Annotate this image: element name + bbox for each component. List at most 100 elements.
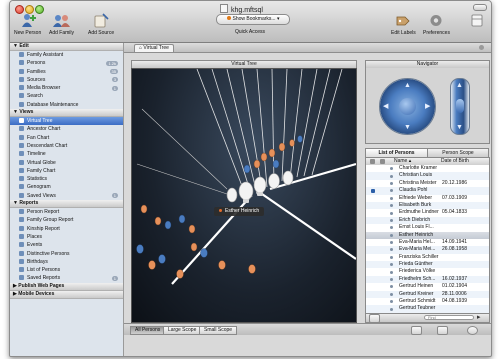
toolbar-toggle-button[interactable] (473, 4, 487, 11)
arrow-up-icon[interactable]: ▲ (404, 82, 411, 89)
person-row[interactable]: Gertrud Kreiner 28.11.0006 (366, 290, 489, 299)
scope-all-persons-button[interactable]: All Persons (130, 326, 166, 335)
sidebar-item-descendant-chart[interactable]: Descendant Chart (10, 142, 123, 150)
scope-large-button[interactable]: Large Scope (163, 326, 202, 335)
person-row[interactable]: Friedhelm Sch... 16.02.1937 (366, 275, 489, 284)
sidebar-item-media-browser[interactable]: Media Browser 1 (10, 84, 123, 92)
sidebar-item-person-report[interactable]: Person Report (10, 208, 123, 216)
person-row[interactable]: Claudia Pohl (366, 187, 489, 195)
history-icon[interactable] (437, 326, 448, 335)
person-icon (19, 60, 24, 66)
sidebar-item-kinship-report[interactable]: Kinship Report (10, 225, 123, 233)
zoom-slider-knob[interactable] (456, 99, 464, 113)
sidebar-item-list-of-persons[interactable]: List of Persons (10, 266, 123, 274)
sidebar-item-family-group-report[interactable]: Family Group Report (10, 216, 123, 224)
scope-small-button[interactable]: Small Scope (199, 326, 238, 335)
sidebar-item-fan-chart[interactable]: Fan Chart (10, 134, 123, 142)
person-row[interactable]: Friederica Völke (366, 268, 489, 275)
sidebar-item-statistics[interactable]: Statistics (10, 175, 123, 183)
sidebar-item-saved-reports[interactable]: Saved Reports 1 (10, 274, 123, 282)
person-status-icon (390, 189, 393, 193)
sidebar-section-reports[interactable]: ▼ Reports (10, 200, 123, 209)
add-family-button[interactable]: Add Family (49, 13, 74, 36)
person-row[interactable]: Gertrud Heinen 01.02.1904 (366, 283, 489, 290)
new-person-button[interactable]: New Person (14, 13, 41, 36)
sidebar-item-virtual-globe[interactable]: Virtual Globe (10, 159, 123, 167)
sidebar-item-genogram[interactable]: Genogram (10, 183, 123, 191)
zoom-in-icon[interactable]: ▲ (456, 82, 463, 89)
person-name: Charlotte Kramer (399, 165, 438, 171)
arrow-right-icon[interactable]: ▶ (425, 103, 430, 110)
person-row[interactable]: Elfriede Weber 07.03.1909 (366, 195, 489, 202)
person-row[interactable]: Frieda Günther (366, 261, 489, 269)
sidebar-item-family-chart[interactable]: Family Chart (10, 167, 123, 175)
toggle-panel-icon[interactable] (411, 326, 422, 335)
sidebar-item-timeline[interactable]: Timeline (10, 150, 123, 158)
sidebar-item-events[interactable]: Events (10, 241, 123, 249)
column-name-header[interactable]: Name ▴ (394, 158, 411, 165)
sidebar-item-sources[interactable]: Sources 3 (10, 76, 123, 84)
column-check-icon[interactable] (370, 159, 375, 164)
sidebar-section-edit[interactable]: ▼ Edit (10, 43, 123, 51)
checkbox-icon[interactable] (371, 188, 375, 193)
sidebar-item-virtual-tree[interactable]: Virtual Tree (10, 117, 123, 126)
preferences-button[interactable]: Preferences (423, 13, 450, 36)
person-row[interactable]: Elisabeth Burk (366, 201, 489, 210)
add-person-icon[interactable] (369, 314, 380, 323)
person-row[interactable]: Ernst Louis Fl... (366, 224, 489, 231)
selected-person-label[interactable]: Esther Heinrich (214, 207, 265, 216)
person-name: Gertrud Schmidt (399, 298, 436, 305)
arrow-down-icon[interactable]: ▼ (404, 124, 411, 131)
person-row[interactable]: Christina Meister 20.12.1986 (366, 180, 489, 187)
close-tab-icon[interactable] (479, 45, 484, 50)
eye-icon[interactable] (467, 326, 478, 335)
zoom-out-icon[interactable]: ▼ (456, 124, 463, 131)
sidebar-item-search[interactable]: Search (10, 92, 123, 100)
report-icon (19, 217, 24, 223)
sidebar-toggle-button[interactable] (471, 13, 483, 30)
tab-virtual-tree[interactable]: ⌂ Virtual Tree (134, 44, 174, 52)
person-row[interactable]: Erdmuthe Lindner 05.04.1833 (366, 209, 489, 216)
arrow-left-icon[interactable]: ◀ (383, 103, 388, 110)
virtual-tree-canvas[interactable]: Esther Heinrich (131, 68, 357, 323)
sidebar-section-mobile-devices[interactable]: ▶ Mobile Devices (10, 290, 123, 299)
arrow-right-icon[interactable]: ▸ (477, 314, 481, 321)
sidebar-item-database-maintenance[interactable]: Database Maintenance (10, 101, 123, 109)
find-person-input[interactable] (424, 315, 474, 320)
edit-labels-icon (396, 16, 410, 26)
add-source-button[interactable]: Add Source (88, 13, 114, 36)
navigation-ring[interactable]: ▲ ▼ ◀ ▶ (379, 78, 436, 135)
sidebar-item-persons[interactable]: Persons 1.2k (10, 59, 123, 67)
navigation-center-knob[interactable] (399, 98, 416, 115)
person-name: Elfriede Weber (399, 194, 432, 201)
panel-icon (471, 14, 483, 27)
sidebar-item-saved-views[interactable]: Saved Views 1 (10, 192, 123, 200)
birthday-icon (19, 258, 24, 264)
person-row[interactable]: Gertrud Schmidt 04.08.1939 (366, 298, 489, 305)
person-row[interactable]: Eva-Maria Hel... 14.09.1941 (366, 239, 489, 246)
person-row[interactable]: Erich Diebrich (366, 216, 489, 225)
sidebar-item-places[interactable]: Places (10, 233, 123, 241)
sidebar-item-ancestor-chart[interactable]: Ancestor Chart (10, 125, 123, 133)
sidebar-section-views[interactable]: ▼ Views (10, 109, 123, 118)
edit-labels-button[interactable]: Edit Labels (391, 13, 416, 36)
bookmarks-popup[interactable]: Show Bookmarks... ▾ (216, 14, 290, 25)
zoom-slider[interactable]: ▲ ▼ (450, 78, 470, 135)
person-row[interactable]: Eva-Maria Mei... 26.08.1958 (366, 246, 489, 254)
sidebar-item-distinctive-persons[interactable]: Distinctive Persons (10, 250, 123, 258)
media-icon (19, 85, 24, 91)
column-flag-icon[interactable] (380, 159, 385, 164)
sidebar-item-label: Saved Reports (27, 275, 61, 282)
person-row[interactable]: Charlotte Kramer (366, 165, 489, 172)
person-row[interactable]: Christian Louis (366, 172, 489, 180)
sidebar-section-publish-web-pages[interactable]: ▶ Publish Web Pages (10, 282, 123, 291)
person-row[interactable]: Franziska Schiller (366, 254, 489, 261)
column-dob-header[interactable]: Date of Birth (441, 158, 469, 165)
person-row[interactable]: Gertrud Teubner (366, 305, 489, 313)
sidebar-item-birthdays[interactable]: Birthdays (10, 258, 123, 266)
sidebar-item-families[interactable]: Families 35 (10, 68, 123, 76)
sidebar-item-family-assistant[interactable]: Family Assistant (10, 51, 123, 59)
sidebar-item-label: Database Maintenance (27, 101, 79, 108)
report-icon (19, 250, 24, 256)
person-row[interactable]: Esther Heinrich (366, 231, 489, 239)
